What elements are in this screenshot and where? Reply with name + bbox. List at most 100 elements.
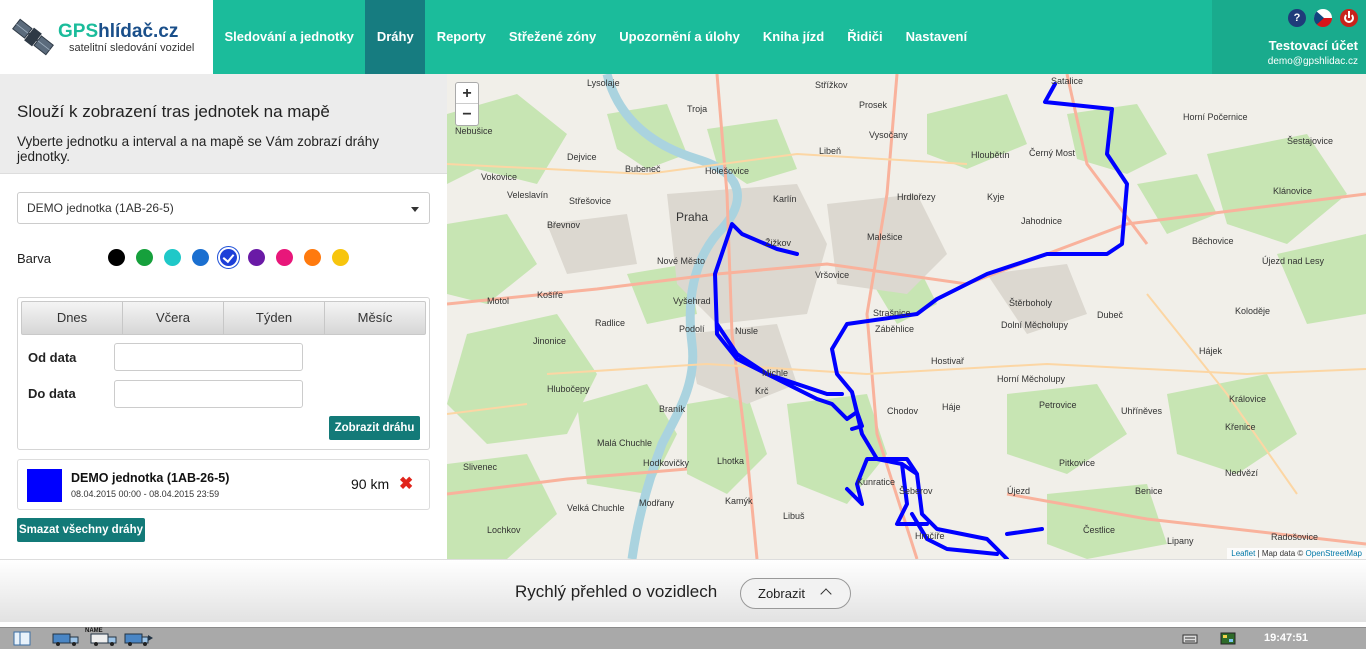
map-label: Pitkovice [1059,458,1096,468]
map-label: Uhříněves [1121,406,1163,416]
map-label: Krč [755,386,769,396]
map-label: Dolní Měcholupy [1001,320,1069,330]
map-label: Libuš [783,511,805,521]
account-name[interactable]: Testovací účet [1269,38,1358,53]
unit-select[interactable]: DEMO jednotka (1AB-26-5) [17,192,430,224]
color-swatch[interactable] [108,249,125,266]
account-email: demo@gpshlidac.cz [1267,56,1358,67]
top-header: GPShlídač.cz satelitní sledování vozidel… [0,0,1366,74]
color-swatch[interactable] [304,249,321,266]
map-label: Benice [1135,486,1163,496]
delete-all-routes-button[interactable]: Smazat všechny dráhy [17,518,145,542]
zoom-out-button[interactable]: − [456,104,478,125]
map-label: Kunratice [857,477,896,487]
osm-link[interactable]: OpenStreetMap [1306,549,1362,558]
route-color-square [27,469,62,502]
chevron-up-icon [820,588,832,600]
map-label: Lipany [1167,536,1194,546]
color-swatch[interactable] [276,249,293,266]
route-distance: 90 km [351,476,390,492]
map-label: Braník [659,404,686,414]
truck-icon[interactable] [52,631,80,646]
map-label: Lysolaje [587,78,620,88]
map-view[interactable]: + − Praha Lysolaje Troja Střížkov Prosek Sata… [447,74,1366,559]
map-label: Podolí [679,324,705,334]
map-label: Libeň [819,146,842,156]
keyboard-icon[interactable] [1182,631,1198,646]
map-label: Nebušice [455,126,493,136]
map-label: Hloubětín [971,150,1010,160]
tab-mesic[interactable]: Měsíc [325,302,425,334]
to-date-input[interactable] [114,380,303,408]
nav-sledovani[interactable]: Sledování a jednotky [213,0,365,74]
panel-toggle-icon[interactable] [13,631,31,646]
map-label: Troja [687,104,708,114]
map-label: Vyšehrad [673,296,711,306]
tab-vcera[interactable]: Včera [123,302,224,334]
nav-kniha-jizd[interactable]: Kniha jízd [751,0,835,74]
map-label: Šeberov [899,486,933,496]
network-icon[interactable] [1220,631,1236,646]
show-overview-label: Zobrazit [758,586,805,601]
map-label: Modřany [639,498,675,508]
map-label: Košíře [537,290,564,300]
zoom-in-button[interactable]: + [456,83,478,104]
taskbar: NAME 19:47:51 [0,627,1366,649]
color-swatch[interactable] [192,249,209,266]
map-label: Vokovice [481,172,518,182]
period-tabs: Dnes Včera Týden Měsíc [21,301,426,335]
map-label: Michle [762,368,789,378]
panel-heading: Slouží k zobrazení tras jednotek na mapě [17,102,330,121]
show-overview-button[interactable]: Zobrazit [740,578,851,609]
map-label: Chodov [887,406,919,416]
map-label: Hrnčíře [915,531,945,541]
map-label: Černý Most [1029,148,1076,158]
delete-route-icon[interactable]: ✖ [399,474,413,494]
czech-flag-icon[interactable] [1314,9,1332,27]
color-swatch[interactable] [332,249,349,266]
help-icon[interactable]: ? [1288,9,1306,27]
logout-icon[interactable] [1340,9,1358,27]
map-label: Velká Chuchle [567,503,625,513]
leaflet-link[interactable]: Leaflet [1231,549,1255,558]
logo[interactable]: GPShlídač.cz satelitní sledování vozidel [0,0,213,74]
intro-box: Slouží k zobrazení tras jednotek na mapě… [0,74,447,174]
to-date-label: Do data [28,386,76,401]
map-label: Střešovice [569,196,612,206]
unit-select-value: DEMO jednotka (1AB-26-5) [27,201,174,215]
nav-reporty[interactable]: Reporty [425,0,497,74]
nav-upozorneni[interactable]: Upozornění a úlohy [608,0,752,74]
map-label: Hostivař [931,356,965,366]
color-swatch[interactable] [164,249,181,266]
truck-name-icon[interactable] [90,631,118,646]
tab-dnes[interactable]: Dnes [22,302,123,334]
nav-strezene-zony[interactable]: Střežené zóny [497,0,607,74]
map-label: Běchovice [1192,236,1234,246]
from-date-input[interactable] [114,343,303,371]
map-label: Radlice [595,318,626,328]
map-label: Veleslavín [507,190,549,200]
nav-ridici[interactable]: Řidiči [836,0,894,74]
show-route-button[interactable]: Zobrazit dráhu [329,416,420,440]
map-label: Nové Město [657,256,706,266]
nav-drahy[interactable]: Dráhy [365,0,426,74]
map-label: Střížkov [815,80,848,90]
map-label: Dejvice [567,152,597,162]
color-swatch[interactable] [248,249,265,266]
map-label: Hodkovičky [643,458,690,468]
map-label: Malá Chuchle [597,438,653,448]
nav-nastaveni[interactable]: Nastavení [894,0,978,74]
route-item: DEMO jednotka (1AB-26-5) 08.04.2015 00:0… [17,459,430,510]
map-label: Hájek [1199,346,1223,356]
route-dates: 08.04.2015 00:00 - 08.04.2015 23:59 [71,489,220,499]
map-label: Radošovice [1271,532,1319,542]
tab-tyden[interactable]: Týden [224,302,325,334]
main-nav: Sledování a jednotky Dráhy Reporty Střež… [213,0,979,74]
map-label: Dubeč [1097,310,1124,320]
map-label: Kamýk [725,496,753,506]
color-swatch[interactable] [220,249,237,266]
satellite-icon [12,18,54,56]
truck-arrow-icon[interactable] [124,631,154,646]
color-swatch[interactable] [136,249,153,266]
map-label: Horní Měcholupy [997,374,1066,384]
